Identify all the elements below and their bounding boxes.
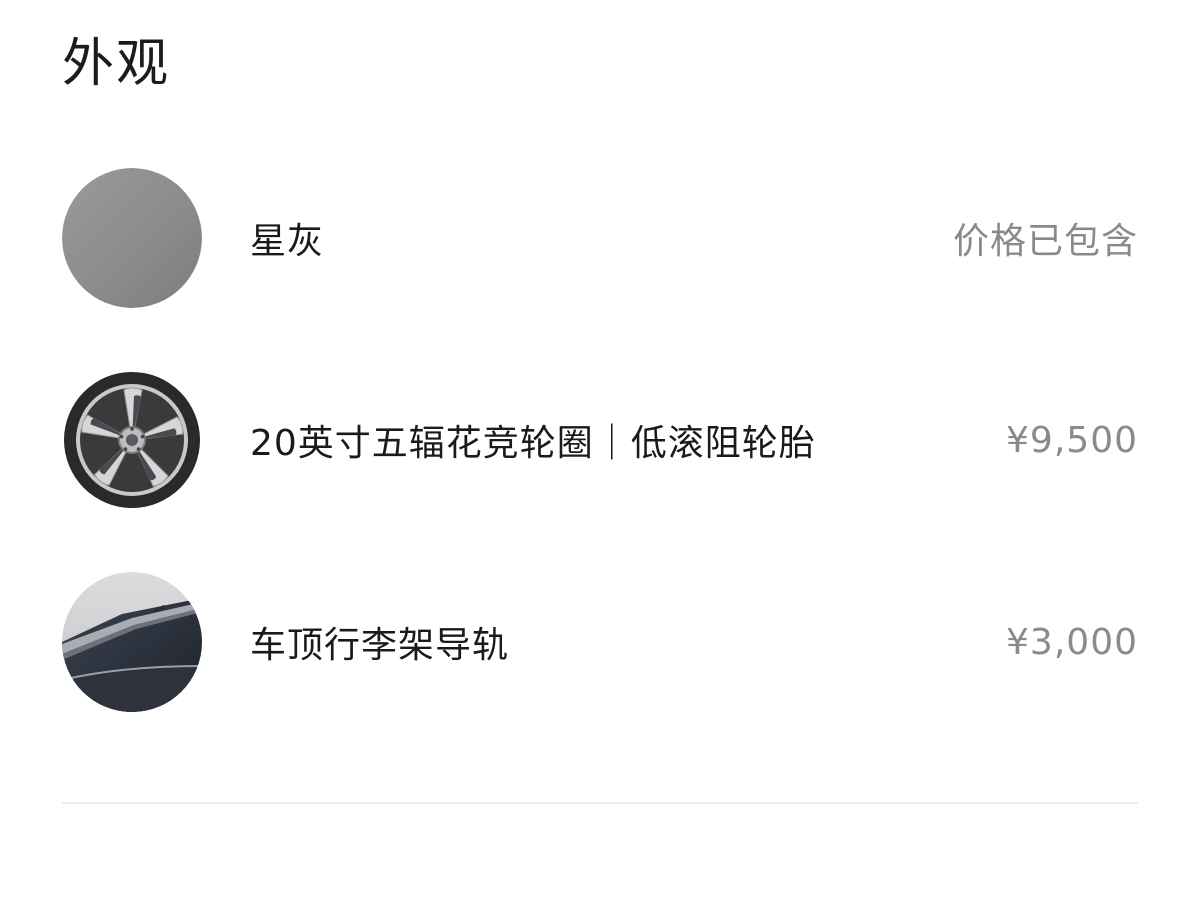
option-label: 车顶行李架导轨 <box>250 625 510 666</box>
option-price: 价格已包含 <box>952 221 1138 262</box>
option-label: 20英寸五辐花竞轮圈｜低滚阻轮胎 <box>250 423 816 464</box>
option-price: ¥3,000 <box>1006 621 1138 663</box>
option-price: ¥9,500 <box>1006 419 1138 461</box>
option-list: 星灰 价格已包含 20英寸五辐花竞轮圈｜低滚阻轮胎 ¥9,500 车顶行李架导轨… <box>62 168 1138 774</box>
option-row-roof-rails[interactable]: 车顶行李架导轨 ¥3,000 <box>62 572 1138 712</box>
divider <box>62 802 1138 804</box>
option-row-wheels[interactable]: 20英寸五辐花竞轮圈｜低滚阻轮胎 ¥9,500 <box>62 370 1138 510</box>
wheel-icon <box>62 370 202 510</box>
section-title: 外观 <box>62 34 171 94</box>
roof-rail-icon <box>62 572 202 712</box>
option-label: 星灰 <box>250 221 325 262</box>
exterior-options-page: 外观 星灰 价格已包含 20英寸五辐花竞轮圈｜低滚阻轮胎 ¥9,500 车顶行李… <box>0 0 1200 900</box>
paint-swatch-icon <box>62 168 202 308</box>
option-row-paint[interactable]: 星灰 价格已包含 <box>62 168 1138 308</box>
